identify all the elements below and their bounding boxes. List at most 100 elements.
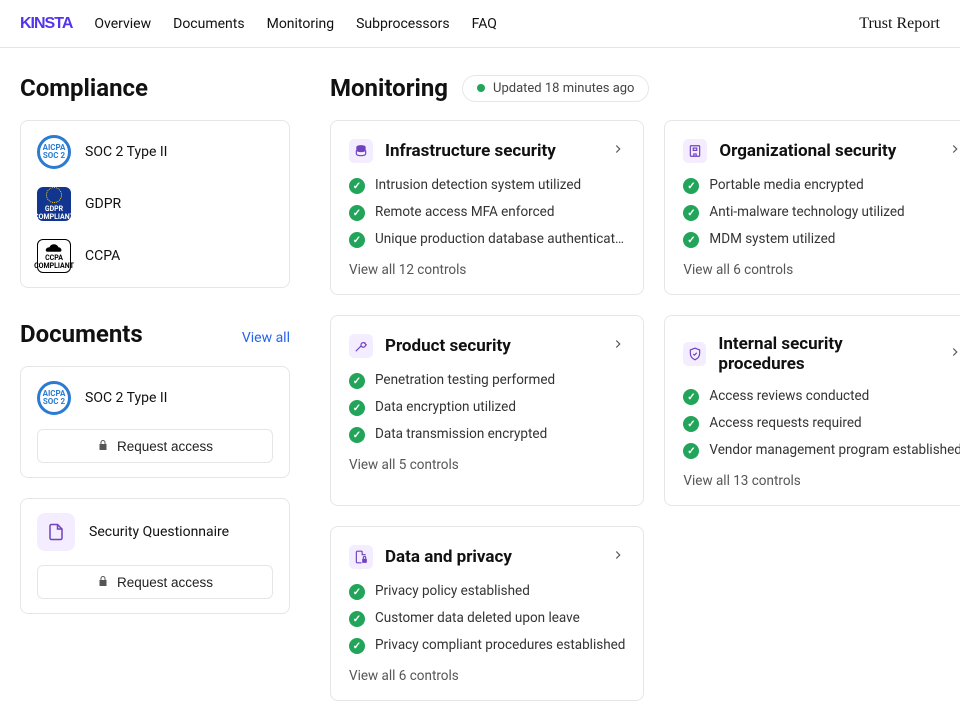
compliance-label: GDPR [85,196,121,212]
db-icon [349,139,373,163]
chevron-right-icon [948,142,960,160]
control-item: ✓ Privacy compliant procedures establishe… [349,637,625,654]
control-item: ✓ MDM system utilized [683,231,960,248]
monitoring-card-header[interactable]: Internal security procedures [683,334,960,374]
control-text: Access requests required [709,415,861,431]
soc2-badge-icon: AICPA SOC 2 [37,381,71,415]
control-text: MDM system utilized [709,231,835,247]
check-icon: ✓ [349,638,365,654]
lock-icon [97,439,109,454]
control-item: ✓Anti-malware technology utilized [683,204,960,221]
monitoring-heading: Monitoring [330,74,448,102]
control-text: Unique production database authenticat… [375,231,624,247]
view-all-controls-link[interactable]: View all 6 controls [349,668,625,684]
control-item: ✓ Access requests required [683,415,960,432]
ccpa-badge-icon: CCPA COMPLIANT [37,239,71,273]
control-text: Portable media encrypted [709,177,863,193]
view-all-controls-link[interactable]: View all 13 controls [683,473,960,489]
control-text: Privacy policy established [375,583,530,599]
check-icon: ✓ [683,389,699,405]
control-item: ✓Vendor management program established [683,442,960,459]
control-text: Remote access MFA enforced [375,204,554,220]
document-file-icon [37,513,75,551]
monitoring-card-header[interactable]: Product security [349,334,625,358]
compliance-item-soc2[interactable]: AICPA SOC 2 SOC 2 Type II [37,135,273,169]
monitoring-card-title: Data and privacy [385,547,512,567]
request-access-label: Request access [117,575,213,590]
nav-subprocessors[interactable]: Subprocessors [356,16,450,32]
control-text: Data encryption utilized [375,399,516,415]
monitoring-card: Data and privacy ✓ Privacy policy establis… [330,526,644,701]
view-all-controls-link[interactable]: View all 6 controls [683,262,960,278]
trust-report-label: Trust Report [859,15,940,33]
control-item: ✓ Privacy policy established [349,583,625,600]
check-icon: ✓ [349,178,365,194]
left-column: Compliance AICPA SOC 2 SOC 2 Type II GDP… [20,74,290,701]
view-all-controls-link[interactable]: View all 12 controls [349,262,625,278]
main: Compliance AICPA SOC 2 SOC 2 Type II GDP… [0,48,960,721]
chevron-right-icon [611,337,625,355]
right-column: Monitoring Updated 18 minutes ago Infras… [330,74,960,701]
control-item: ✓ Customer data deleted upon leave [349,610,625,627]
check-icon: ✓ [683,178,699,194]
control-item: ✓ Data transmission encrypted [349,426,625,443]
nav-left: KInsta Overview Documents Monitoring Sub… [20,15,497,33]
monitoring-card-title: Organizational security [719,141,896,161]
monitoring-card-header[interactable]: Infrastructure security [349,139,625,163]
control-item: ✓ Unique production database authenticat… [349,231,625,248]
control-item: ✓ Remote access MFA enforced [349,204,625,221]
compliance-item-gdpr[interactable]: GDPR COMPLIANT GDPR [37,187,273,221]
request-access-button[interactable]: Request access [37,565,273,599]
soc2-badge-icon: AICPA SOC 2 [37,135,71,169]
check-icon: ✓ [349,427,365,443]
control-list: ✓Portable media encrypted✓Anti-malware t… [683,177,960,248]
control-text: Privacy compliant procedures established [375,637,625,653]
monitoring-card-header[interactable]: Organizational security [683,139,960,163]
monitoring-status-text: Updated 18 minutes ago [493,81,634,96]
check-icon: ✓ [683,443,699,459]
view-all-controls-link[interactable]: View all 5 controls [349,457,625,473]
check-icon: ✓ [349,232,365,248]
compliance-label: CCPA [85,248,120,264]
check-icon: ✓ [683,232,699,248]
request-access-button[interactable]: Request access [37,429,273,463]
check-icon: ✓ [349,400,365,416]
status-dot-icon [477,84,485,92]
wrench-icon [349,334,373,358]
monitoring-card-header[interactable]: Data and privacy [349,545,625,569]
nav-documents[interactable]: Documents [173,16,244,32]
check-icon: ✓ [683,416,699,432]
control-item: ✓Access reviews conducted [683,388,960,405]
nav-overview[interactable]: Overview [94,16,151,32]
control-text: Anti-malware technology utilized [709,204,904,220]
check-icon: ✓ [349,611,365,627]
check-icon: ✓ [349,373,365,389]
control-text: Penetration testing performed [375,372,555,388]
check-icon: ✓ [349,584,365,600]
org-icon [683,139,707,163]
nav-monitoring[interactable]: Monitoring [267,16,335,32]
monitoring-card: Internal security procedures ✓Access revi… [664,315,960,506]
monitoring-card: Infrastructure security ✓ Intrusion detect… [330,120,644,295]
request-access-label: Request access [117,439,213,454]
check-icon: ✓ [349,205,365,221]
control-item: ✓ Portable media encrypted [683,177,960,194]
gdpr-badge-icon: GDPR COMPLIANT [37,187,71,221]
logo[interactable]: KInsta [20,15,72,33]
chevron-right-icon [611,142,625,160]
documents-view-all-link[interactable]: View all [242,330,290,346]
document-label: SOC 2 Type II [85,390,167,406]
compliance-heading: Compliance [20,74,290,102]
monitoring-card-title: Product security [385,336,511,356]
control-text: Customer data deleted upon leave [375,610,580,626]
control-text: Data transmission encrypted [375,426,547,442]
control-list: ✓Access reviews conducted✓Access request… [683,388,960,459]
monitoring-status-pill: Updated 18 minutes ago [462,75,649,102]
chevron-right-icon [948,345,960,363]
control-text: Intrusion detection system utilized [375,177,581,193]
control-list: ✓ Intrusion detection system utilized ✓ Rem… [349,177,625,248]
monitoring-grid: Infrastructure security ✓ Intrusion detect… [330,120,960,701]
compliance-item-ccpa[interactable]: CCPA COMPLIANT CCPA [37,239,273,273]
control-item: ✓ Intrusion detection system utilized [349,177,625,194]
nav-faq[interactable]: FAQ [472,16,497,32]
